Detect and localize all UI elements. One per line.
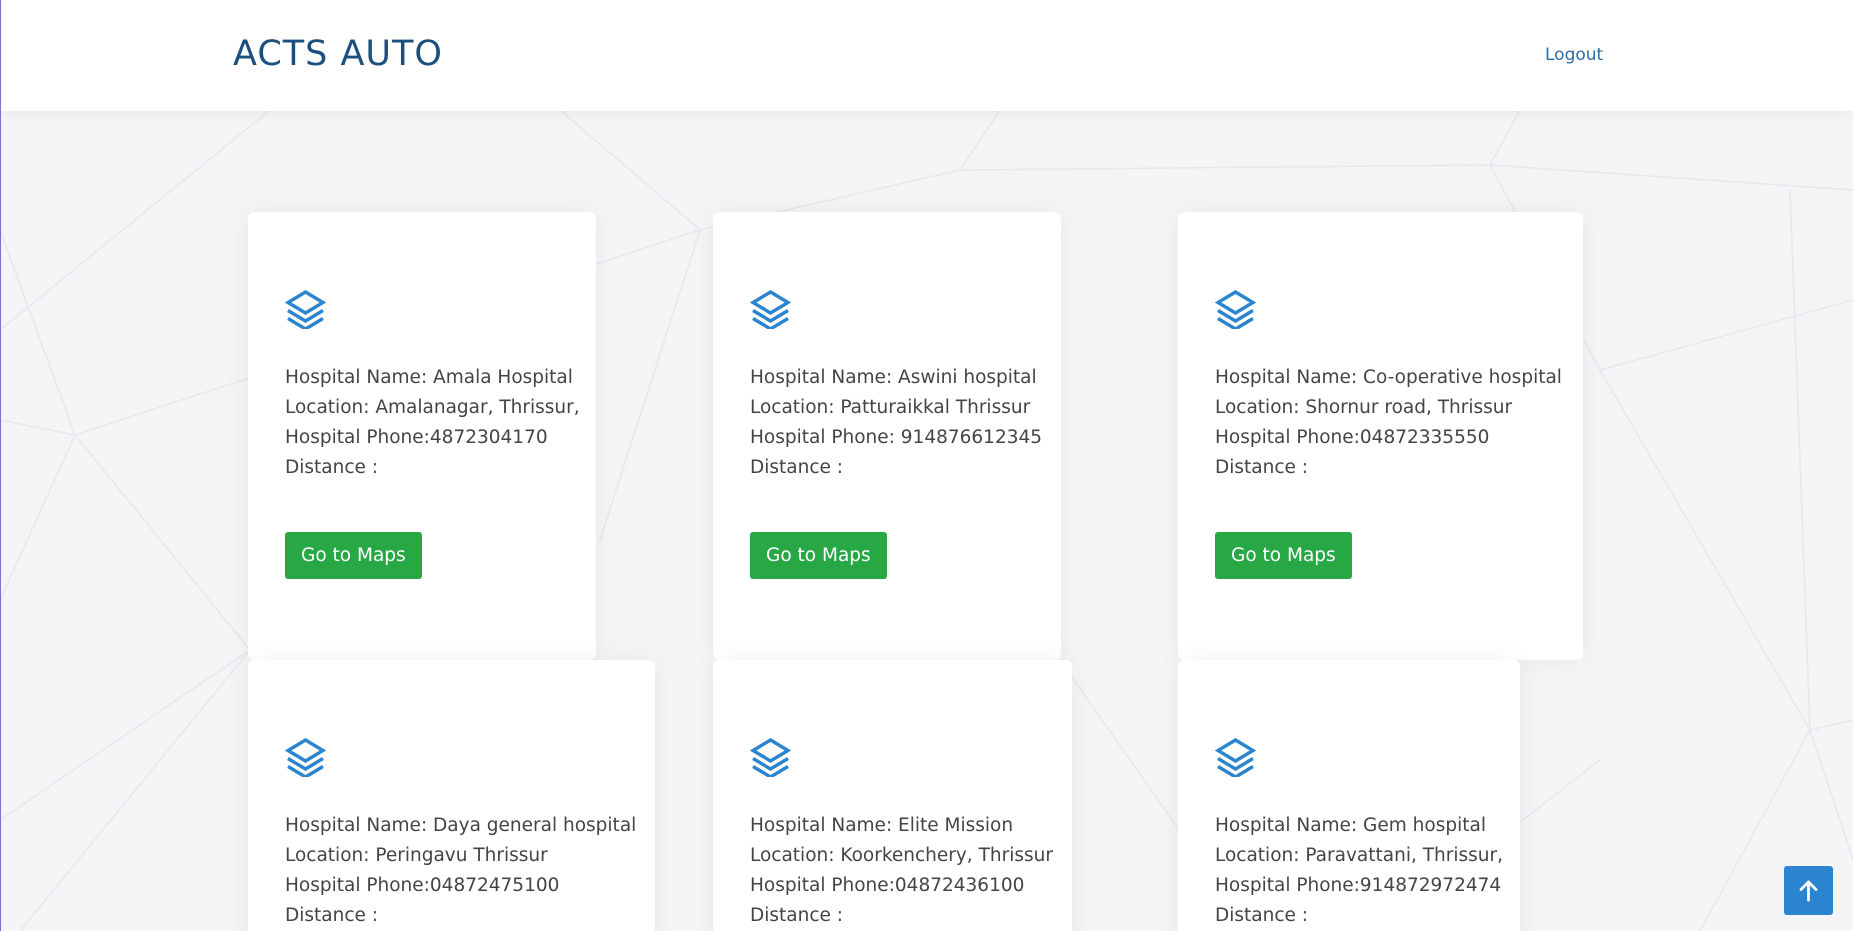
layers-icon [285,738,326,777]
hospital-card: Hospital Name: Amala Hospital Location: … [248,212,596,660]
hospital-name: Hospital Name: Elite Mission [750,815,1014,836]
page: ACTS AUTO Logout Hospital Name: Amala Ho… [0,0,1853,931]
hospital-location: Location: Amalanagar, Thrissur, [285,397,580,418]
hospital-location: Location: Peringavu Thrissur [285,845,548,866]
hospital-phone: Hospital Phone: 914876612345 [750,427,1043,448]
hospital-name: Hospital Name: Co-operative hospital [1215,367,1562,388]
hospital-card: Hospital Name: Gem hospital Location: Pa… [1178,660,1520,931]
arrow-up-icon [1799,880,1818,902]
hospital-distance: Distance : [285,457,379,478]
hospital-phone: Hospital Phone:4872304170 [285,427,548,448]
hospital-info: Hospital Name: Co-operative hospital Loc… [1215,363,1562,483]
hospital-card: Hospital Name: Daya general hospital Loc… [248,660,655,931]
layers-icon [750,290,791,329]
logout-link[interactable]: Logout [1545,45,1603,65]
layers-icon [1215,290,1256,329]
hospital-info: Hospital Name: Daya general hospital Loc… [285,811,636,931]
hospital-card: Hospital Name: Elite Mission Location: K… [713,660,1072,931]
go-to-maps-button[interactable]: Go to Maps [1215,532,1352,579]
hospital-card: Hospital Name: Aswini hospital Location:… [713,212,1061,660]
hospital-location: Location: Shornur road, Thrissur [1215,397,1513,418]
hospital-name: Hospital Name: Gem hospital [1215,815,1486,836]
back-to-top-button[interactable] [1784,866,1833,915]
hospital-info: Hospital Name: Elite Mission Location: K… [750,811,1053,931]
hospital-distance: Distance : [1215,905,1309,926]
hospital-name: Hospital Name: Amala Hospital [285,367,573,388]
hospital-phone: Hospital Phone:04872436100 [750,875,1025,896]
hospital-distance: Distance : [750,905,844,926]
hospital-info: Hospital Name: Amala Hospital Location: … [285,363,580,483]
hospital-name: Hospital Name: Daya general hospital [285,815,637,836]
hospital-distance: Distance : [1215,457,1309,478]
top-navbar: ACTS AUTO Logout [0,0,1853,111]
hospital-distance: Distance : [750,457,844,478]
layers-icon [1215,738,1256,777]
layers-icon [285,290,326,329]
hospital-location: Location: Patturaikkal Thrissur [750,397,1031,418]
hospital-info: Hospital Name: Aswini hospital Location:… [750,363,1042,483]
hospital-phone: Hospital Phone:914872972474 [1215,875,1502,896]
go-to-maps-button[interactable]: Go to Maps [750,532,887,579]
window-edge [0,0,1,931]
go-to-maps-button[interactable]: Go to Maps [285,532,422,579]
hospital-card: Hospital Name: Co-operative hospital Loc… [1178,212,1583,660]
hospital-info: Hospital Name: Gem hospital Location: Pa… [1215,811,1503,931]
layers-icon [750,738,791,777]
hospital-phone: Hospital Phone:04872475100 [285,875,560,896]
hospital-distance: Distance : [285,905,379,926]
hospital-location: Location: Paravattani, Thrissur, [1215,845,1503,866]
hospital-phone: Hospital Phone:04872335550 [1215,427,1490,448]
hospital-name: Hospital Name: Aswini hospital [750,367,1037,388]
hospital-location: Location: Koorkenchery, Thrissur [750,845,1053,866]
brand-logo[interactable]: ACTS AUTO [233,34,443,74]
